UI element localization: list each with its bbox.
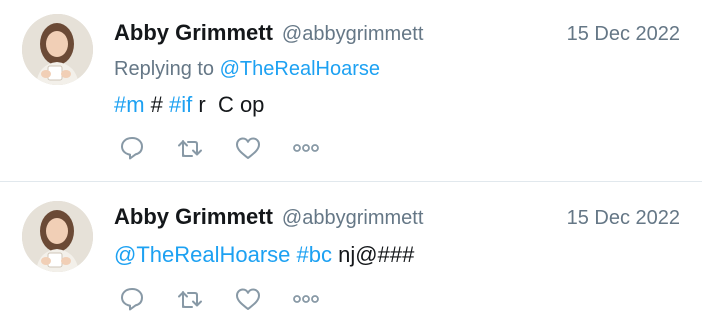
replying-to: Replying to @TheRealHoarse — [114, 58, 380, 81]
like-icon — [236, 137, 260, 159]
tweet-actions — [117, 133, 349, 163]
tweet-date[interactable]: 15 Dec 2022 — [567, 23, 680, 46]
reply-icon — [121, 137, 143, 160]
avatar[interactable] — [22, 14, 93, 85]
reply-icon — [121, 288, 143, 311]
replying-prefix: Replying to — [114, 58, 215, 80]
tweet-text: @TheRealHoarse #bc nj@### — [114, 242, 414, 268]
more-icon — [293, 295, 319, 303]
author-handle[interactable]: @abbygrimmett — [282, 23, 423, 46]
tweet-text-segment: # — [144, 92, 170, 117]
tweet-text-segment: nj@### — [332, 242, 415, 267]
author-name[interactable]: Abby Grimmett — [114, 204, 273, 230]
avatar[interactable] — [22, 201, 93, 272]
tweet[interactable]: Abby Grimmett @abbygrimmett 15 Dec 2022 … — [0, 0, 702, 181]
mention-link[interactable]: @TheRealHoarse — [114, 242, 290, 267]
like-button[interactable] — [233, 284, 263, 314]
more-icon — [293, 144, 319, 152]
tweet-date[interactable]: 15 Dec 2022 — [567, 207, 680, 230]
tweet-header: Abby Grimmett @abbygrimmett — [114, 204, 423, 232]
like-icon — [236, 288, 260, 310]
more-button[interactable] — [291, 284, 321, 314]
tweet[interactable]: Abby Grimmett @abbygrimmett 15 Dec 2022 … — [0, 182, 702, 328]
retweet-icon — [178, 291, 202, 308]
reply-button[interactable] — [117, 284, 147, 314]
author-handle[interactable]: @abbygrimmett — [282, 207, 423, 230]
like-button[interactable] — [233, 133, 263, 163]
mention-link[interactable]: @TheRealHoarse — [220, 58, 380, 80]
hashtag-link[interactable]: #bc — [297, 242, 332, 267]
reply-button[interactable] — [117, 133, 147, 163]
tweet-text-segment: r C op — [192, 92, 265, 117]
retweet-button[interactable] — [175, 284, 205, 314]
more-button[interactable] — [291, 133, 321, 163]
hashtag-link[interactable]: #m — [114, 92, 145, 117]
hashtag-link[interactable]: #if — [169, 92, 192, 117]
author-name[interactable]: Abby Grimmett — [114, 20, 273, 46]
retweet-icon — [178, 140, 202, 157]
tweet-header: Abby Grimmett @abbygrimmett — [114, 20, 423, 48]
tweet-text: #m # #if r C op — [114, 92, 264, 118]
tweet-actions — [117, 284, 349, 314]
retweet-button[interactable] — [175, 133, 205, 163]
